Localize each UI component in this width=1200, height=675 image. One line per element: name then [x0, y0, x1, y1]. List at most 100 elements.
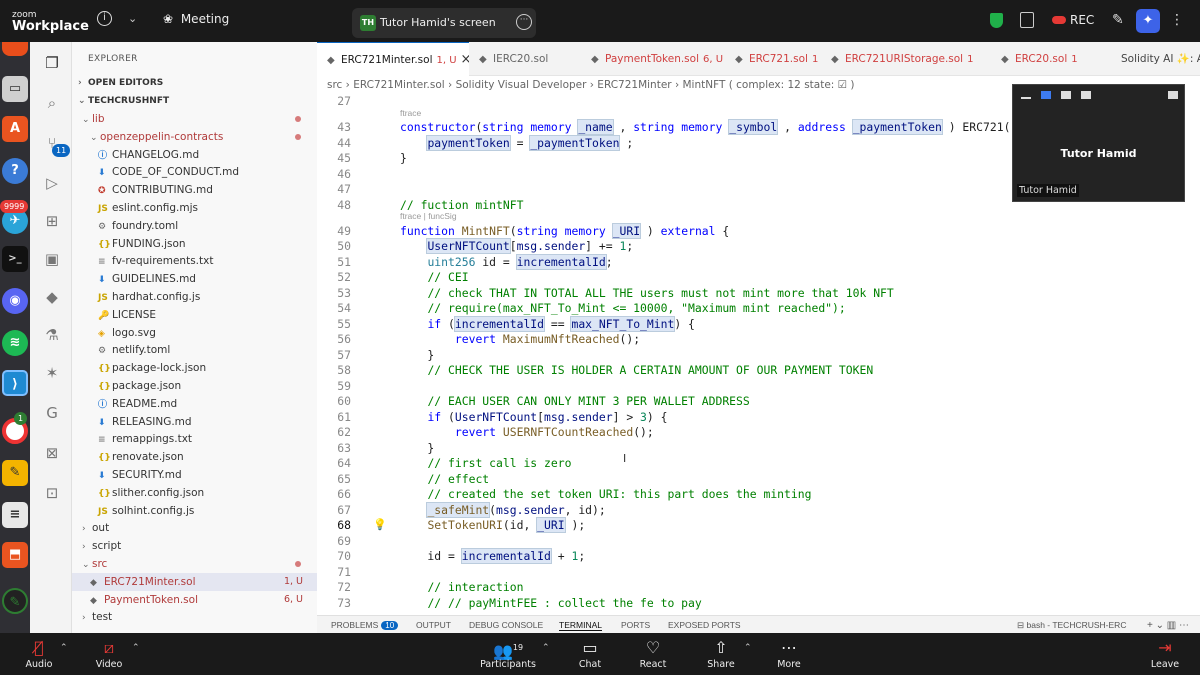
tab-output[interactable]: OUTPUT	[416, 620, 451, 630]
exit-thumbnail-icon[interactable]	[1168, 91, 1178, 99]
tab-erc20-sol[interactable]: ◆ ERC20.sol 1	[991, 42, 1097, 76]
extensions-icon[interactable]: ⊞	[41, 210, 63, 232]
file-item[interactable]: ≡ remappings.txt	[72, 430, 317, 448]
codelens-hint[interactable]: ftrace	[400, 108, 421, 118]
file-item[interactable]: {}package-lock.json	[72, 359, 317, 377]
lightbulb-icon[interactable]: 💡	[373, 518, 387, 531]
folder-item[interactable]: ⌄ openzeppelin-contracts	[72, 128, 317, 146]
codelens-hint[interactable]: ftrace | funcSig	[400, 211, 457, 221]
tab-debug-console[interactable]: DEBUG CONSOLE	[469, 620, 543, 630]
tab-ports[interactable]: PORTS	[621, 620, 650, 630]
folder-item[interactable]: ⌄ src	[72, 555, 317, 573]
dock-app-files[interactable]: ▭	[2, 76, 28, 102]
gitlens-icon[interactable]: G	[41, 402, 63, 424]
file-item[interactable]: 🔑 LICENSE	[72, 306, 317, 324]
tab-exposed-ports[interactable]: EXPOSED PORTS	[668, 620, 741, 630]
file-item[interactable]: ◆ PaymentToken.sol 6, U	[72, 591, 317, 609]
leave-button[interactable]: ⇥ Leave	[1150, 637, 1180, 670]
file-item[interactable]: ⓘ CHANGELOG.md	[72, 146, 317, 164]
file-item[interactable]: JS eslint.config.mjs	[72, 199, 317, 217]
new-terminal-icon[interactable]: + ⌄ ▥ ⋯	[1147, 620, 1189, 631]
tab-erc721uristorage-sol[interactable]: ◆ ERC721URIStorage.sol 1	[821, 42, 991, 76]
participants-button[interactable]: 👥19 Participants	[480, 637, 536, 670]
tab-solidity-ai-assista[interactable]: Solidity AI ✨: Assista	[1097, 42, 1200, 76]
file-item[interactable]: {}slither.config.json	[72, 484, 317, 502]
database-icon[interactable]: ⊡	[41, 482, 63, 504]
folder-item[interactable]: › script	[72, 537, 317, 555]
info-icon[interactable]: i	[97, 11, 112, 26]
notes-icon[interactable]	[1020, 12, 1034, 28]
rec-button[interactable]: REC	[1052, 13, 1094, 27]
file-item[interactable]: ⬇ RELEASING.md	[72, 413, 317, 431]
tab-ierc20-sol[interactable]: ◆ IERC20.sol	[469, 42, 581, 76]
video-button[interactable]: ⧄ Video	[94, 637, 124, 670]
dock-app-terminal[interactable]: >_	[2, 246, 28, 272]
tab-erc721minter-sol[interactable]: ◆ ERC721Minter.sol1, U ×	[317, 42, 469, 76]
folder-item[interactable]: › out	[72, 519, 317, 537]
kebab-menu-icon[interactable]: ⋮	[1170, 12, 1184, 28]
share-chevron-icon[interactable]: ⌃	[744, 643, 752, 653]
hardhat-icon[interactable]: ✶	[41, 362, 63, 384]
remote-explorer-icon[interactable]: ▣	[41, 248, 63, 270]
shared-screen-tab[interactable]: TH Tutor Hamid's screen ···	[352, 8, 536, 38]
video-thumbnail[interactable]: Tutor Hamid Tutor Hamid	[1012, 84, 1185, 202]
close-icon[interactable]: ×	[461, 52, 469, 67]
file-item[interactable]: ⚙ netlify.toml	[72, 341, 317, 359]
react-button[interactable]: ♡ React	[638, 637, 668, 670]
dock-app-vscode[interactable]: ⟩	[2, 370, 28, 396]
file-item[interactable]: ⬇ GUIDELINES.md	[72, 270, 317, 288]
project-section[interactable]: ⌄ TECHCRUSHNFT	[72, 92, 317, 110]
explorer-icon[interactable]: ❐	[41, 52, 63, 74]
dock-app-annotate[interactable]: ✎	[2, 588, 28, 614]
ethereum-icon[interactable]: ◆	[41, 286, 63, 308]
more-options-icon[interactable]: ···	[516, 14, 532, 30]
shield-icon[interactable]	[990, 13, 1003, 28]
tab-erc721-sol[interactable]: ◆ ERC721.sol 1	[725, 42, 821, 76]
dock-app-text-editor[interactable]: ✎	[2, 460, 28, 486]
dock-app-spotify[interactable]: ≋	[2, 330, 28, 356]
tab-terminal[interactable]: TERMINAL	[559, 620, 602, 631]
dock-app-firefox[interactable]	[2, 42, 28, 56]
terminal-shell-select[interactable]: ⊟ bash - TECHCRUSH-ERC	[1017, 620, 1126, 631]
file-item[interactable]: {}package.json	[72, 377, 317, 395]
meeting-button[interactable]: ❀ Meeting	[163, 12, 229, 26]
video-chevron-icon[interactable]: ⌃	[132, 643, 140, 653]
file-item[interactable]: ⓘ README.md	[72, 395, 317, 413]
file-item[interactable]: ✪ CONTRIBUTING.md	[72, 181, 317, 199]
file-item[interactable]: ◆ ERC721Minter.sol 1, U	[72, 572, 317, 591]
dock-app-office[interactable]: ≡	[2, 502, 28, 528]
more-button[interactable]: ⋯ More	[774, 637, 804, 670]
breadcrumb[interactable]: src › ERC721Minter.sol › Solidity Visual…	[327, 76, 855, 94]
tab-problems[interactable]: PROBLEMS 10	[331, 620, 399, 630]
chat-button[interactable]: ▭ Chat	[576, 637, 604, 670]
file-item[interactable]: JS solhint.config.js	[72, 502, 317, 520]
file-item[interactable]: ◈ logo.svg	[72, 324, 317, 342]
dock-app-software-center[interactable]: A	[2, 116, 28, 142]
file-item[interactable]: {}renovate.json	[72, 448, 317, 466]
file-item[interactable]: ⚙ foundry.toml	[72, 217, 317, 235]
audio-chevron-icon[interactable]: ⌃	[60, 643, 68, 653]
dock-app-draw[interactable]: ⬒	[2, 542, 28, 568]
ai-companion-icon[interactable]: ✦	[1136, 9, 1160, 33]
strip-view-icon[interactable]	[1061, 91, 1071, 99]
file-item[interactable]: ≡ fv-requirements.txt	[72, 252, 317, 270]
chevron-down-icon[interactable]: ⌄	[128, 12, 137, 25]
audio-button[interactable]: 🎙̸ Audio	[24, 637, 54, 670]
file-item[interactable]: ⬇ SECURITY.md	[72, 466, 317, 484]
tab-paymenttoken-sol[interactable]: ◆ PaymentToken.sol 6, U	[581, 42, 725, 76]
folder-item[interactable]: › test	[72, 608, 317, 626]
docker-icon[interactable]: ⊠	[41, 442, 63, 464]
open-editors-section[interactable]: › OPEN EDITORS	[72, 74, 317, 92]
file-item[interactable]: ⬇ CODE_OF_CONDUCT.md	[72, 163, 317, 181]
gallery-view-icon[interactable]	[1081, 91, 1091, 99]
file-item[interactable]: {}FUNDING.json	[72, 235, 317, 253]
run-debug-icon[interactable]: ▷	[41, 172, 63, 194]
folder-item[interactable]: ⌄ lib	[72, 110, 317, 128]
testing-icon[interactable]: ⚗	[41, 324, 63, 346]
share-button[interactable]: ⇧ Share	[706, 637, 736, 670]
dock-app-help[interactable]: ?	[2, 158, 28, 184]
minimize-icon[interactable]	[1021, 97, 1031, 99]
file-item[interactable]: JS hardhat.config.js	[72, 288, 317, 306]
search-icon[interactable]: ⌕	[41, 92, 63, 114]
participants-chevron-icon[interactable]: ⌃	[542, 643, 550, 653]
